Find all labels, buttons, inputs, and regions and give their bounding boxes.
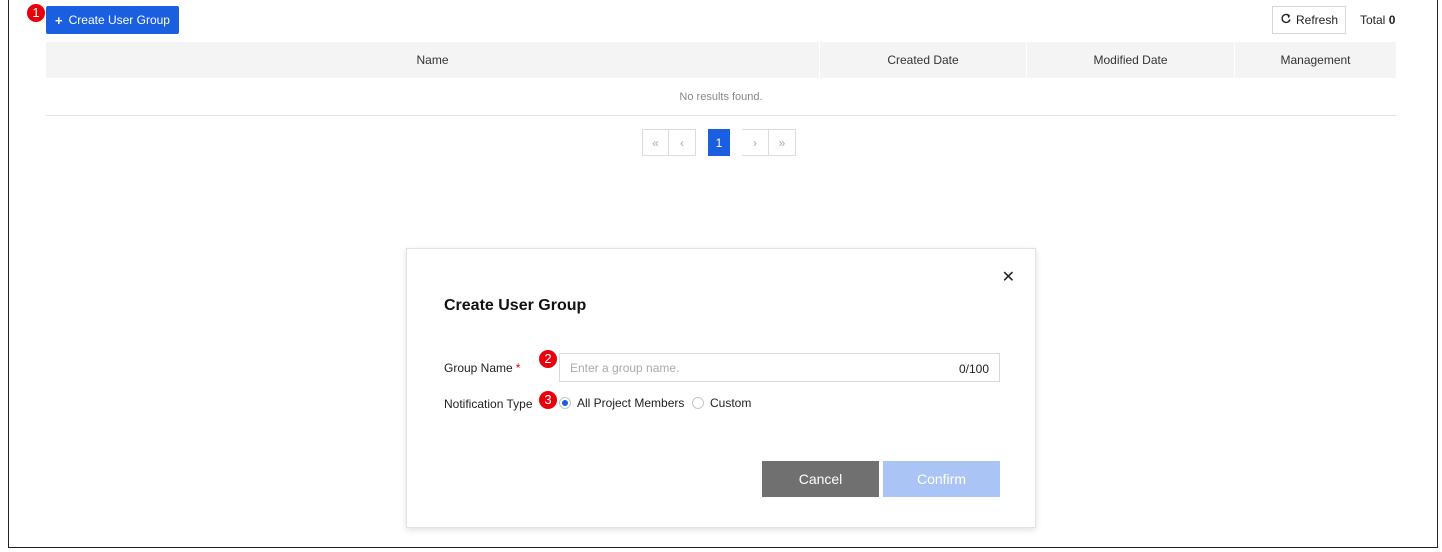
- radio-custom-label: Custom: [710, 396, 752, 410]
- radio-unselected-icon: [692, 397, 704, 409]
- empty-table-message: No results found.: [46, 78, 1396, 116]
- group-name-char-counter: 0/100: [958, 362, 989, 376]
- close-icon[interactable]: ✕: [1002, 267, 1015, 287]
- group-name-input[interactable]: [560, 354, 930, 381]
- total-count: Total 0: [1360, 13, 1395, 27]
- confirm-button[interactable]: Confirm: [883, 461, 1000, 497]
- plus-icon: +: [55, 12, 63, 28]
- cancel-button[interactable]: Cancel: [762, 461, 879, 497]
- prev-page-button[interactable]: ‹: [669, 129, 696, 156]
- group-name-field[interactable]: 0/100: [559, 353, 1000, 382]
- radio-custom[interactable]: Custom: [692, 396, 751, 410]
- pagination: « ‹ 1 › »: [642, 129, 796, 156]
- radio-all-project-members[interactable]: All Project Members: [559, 396, 684, 410]
- column-header-name[interactable]: Name: [46, 42, 820, 78]
- last-page-button[interactable]: »: [769, 129, 796, 156]
- total-value: 0: [1388, 13, 1396, 27]
- next-page-button[interactable]: ›: [742, 129, 769, 156]
- page-1-button[interactable]: 1: [708, 129, 730, 156]
- callout-marker-1: 1: [27, 4, 45, 22]
- total-label: Total: [1360, 13, 1386, 27]
- refresh-label: Refresh: [1295, 13, 1339, 27]
- column-header-modified-date[interactable]: Modified Date: [1027, 42, 1235, 78]
- column-header-management: Management: [1280, 53, 1351, 67]
- table-header: Name Created Date Modified Date Manageme…: [46, 42, 1396, 78]
- create-user-group-label: Create User Group: [68, 13, 170, 27]
- create-user-group-button[interactable]: + Create User Group: [46, 6, 179, 34]
- refresh-button[interactable]: Refresh: [1272, 6, 1346, 34]
- refresh-icon: [1280, 13, 1292, 28]
- radio-all-project-members-label: All Project Members: [577, 396, 685, 410]
- column-header-created-date[interactable]: Created Date: [820, 42, 1027, 78]
- dialog-title: Create User Group: [444, 297, 587, 314]
- callout-marker-3: 3: [539, 391, 557, 409]
- notification-type-label: Notification Type: [444, 397, 533, 411]
- required-mark: *: [515, 361, 521, 375]
- first-page-button[interactable]: «: [642, 129, 669, 156]
- radio-selected-icon: [559, 397, 571, 409]
- callout-marker-2: 2: [539, 350, 557, 368]
- group-name-label: Group Name *: [444, 361, 520, 375]
- group-name-label-text: Group Name: [444, 361, 513, 375]
- create-user-group-dialog: ✕ Create User Group Group Name* 2 0/100 …: [406, 248, 1036, 528]
